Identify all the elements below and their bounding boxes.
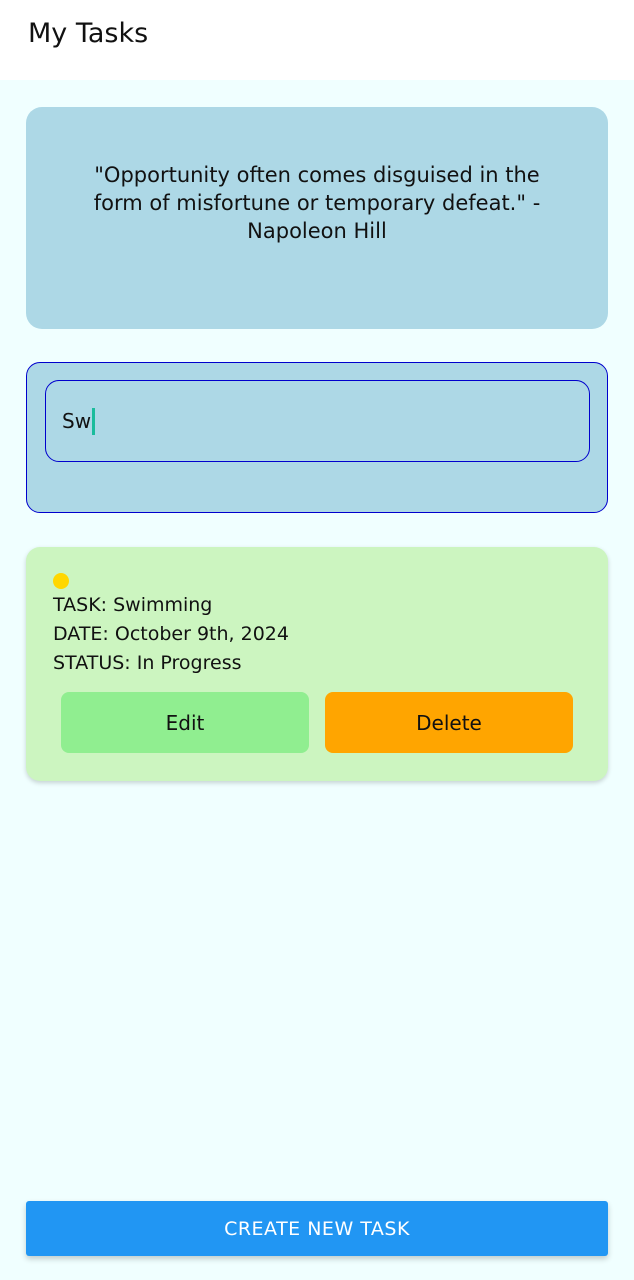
edit-button[interactable]: Edit	[61, 692, 309, 753]
task-status: STATUS: In Progress	[53, 652, 242, 674]
create-new-task-button[interactable]: CREATE NEW TASK	[26, 1201, 608, 1256]
task-name: TASK: Swimming	[53, 594, 213, 616]
quote-card: "Opportunity often comes disguised in th…	[26, 107, 608, 329]
task-card: TASK: Swimming DATE: October 9th, 2024 S…	[26, 547, 608, 781]
text-caret	[92, 407, 96, 435]
search-card: Sw	[26, 362, 608, 513]
search-input-value: Sw	[62, 409, 92, 433]
status-dot-icon	[53, 573, 69, 589]
page-title: My Tasks	[28, 18, 149, 49]
delete-button[interactable]: Delete	[325, 692, 573, 753]
task-date: DATE: October 9th, 2024	[53, 623, 289, 645]
quote-text: "Opportunity often comes disguised in th…	[93, 163, 541, 243]
app-bar: My Tasks	[0, 0, 634, 80]
search-input[interactable]: Sw	[45, 380, 590, 462]
